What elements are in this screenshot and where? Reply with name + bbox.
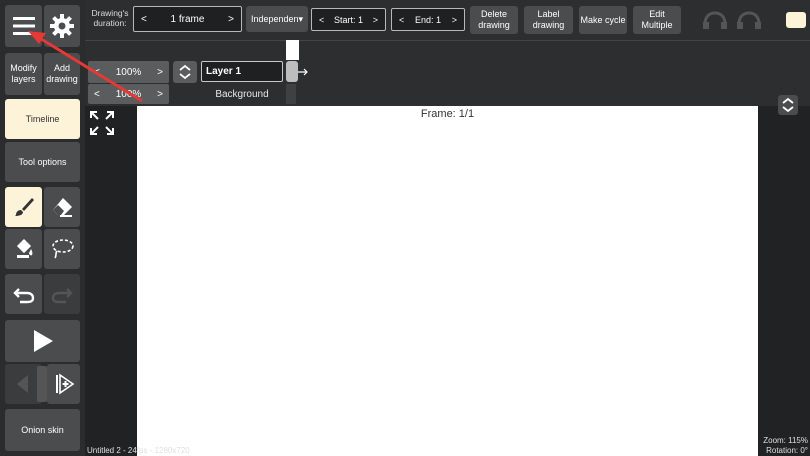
start-value: Start: 1 — [333, 14, 363, 25]
brush-tool-button[interactable] — [5, 187, 42, 227]
independent-dropdown[interactable]: Independen▾ — [246, 6, 308, 32]
start-stepper[interactable]: < Start: 1 > — [311, 8, 386, 31]
undo-button[interactable] — [5, 274, 42, 314]
play-button[interactable] — [5, 320, 80, 362]
color-swatch-icon[interactable] — [785, 10, 807, 30]
undo-icon — [12, 288, 34, 304]
background-frame-cell[interactable] — [286, 84, 296, 104]
file-info-status: Untitled 2 - 24fps - 1280x720 — [87, 446, 190, 455]
edit-multiple-button[interactable]: Edit Multiple — [633, 6, 681, 34]
end-next-button[interactable]: > — [452, 15, 457, 25]
frame-next-button[interactable]: > — [228, 14, 234, 25]
redo-icon — [51, 288, 73, 304]
drawing-canvas[interactable] — [137, 106, 758, 456]
tool-options-button[interactable]: Tool options — [5, 142, 80, 182]
collapse-panel-button[interactable] — [778, 95, 798, 115]
frame-label: Frame: 1/1 — [420, 108, 475, 120]
label-drawing-button[interactable]: Label drawing — [524, 6, 573, 34]
start-next-button[interactable]: > — [373, 15, 378, 25]
zoom-status: Zoom: 115% — [763, 436, 808, 445]
fullscreen-button[interactable] — [88, 109, 116, 137]
start-prev-button[interactable]: < — [319, 15, 324, 25]
fill-tool-button[interactable] — [5, 229, 42, 269]
expand-icon — [90, 111, 114, 135]
rotation-status: Rotation: 0° — [766, 446, 808, 455]
sound-headphones-icon[interactable] — [736, 10, 762, 30]
previous-frame-icon — [16, 375, 28, 393]
lasso-icon — [52, 239, 74, 259]
brush-icon — [14, 198, 34, 216]
lasso-tool-button[interactable] — [44, 229, 80, 269]
tool-options-label: Tool options — [18, 156, 67, 167]
timeline-frame-cell[interactable] — [286, 40, 299, 60]
onion-skin-button[interactable]: Onion skin — [5, 409, 80, 451]
layer1-name[interactable]: Layer 1 — [201, 61, 283, 82]
onion-skin-label: Onion skin — [21, 424, 64, 435]
frame-duration-value: 1 frame — [170, 13, 205, 25]
chevron-up-down-icon — [782, 97, 794, 113]
chevron-up-down-icon — [179, 64, 191, 80]
paint-bucket-icon — [16, 239, 32, 258]
frame-scrub-slider[interactable] — [37, 366, 47, 402]
end-value: End: 1 — [414, 14, 442, 25]
independent-dropdown-label: Independen▾ — [250, 13, 304, 24]
play-icon — [33, 330, 53, 352]
delete-drawing-label: Delete drawing — [478, 9, 510, 30]
make-cycle-label: Make cycle — [580, 14, 626, 25]
add-frame-icon — [55, 373, 74, 395]
add-frame-button[interactable] — [47, 364, 80, 404]
end-stepper[interactable]: < End: 1 > — [391, 8, 465, 31]
camera-view-icon[interactable] — [702, 10, 728, 30]
annotation-arrow — [28, 31, 143, 103]
label-drawing-label: Label drawing — [532, 9, 565, 30]
make-cycle-button[interactable]: Make cycle — [579, 6, 627, 34]
layer-order-button[interactable] — [173, 61, 197, 83]
delete-drawing-button[interactable]: Delete drawing — [470, 6, 518, 34]
end-prev-button[interactable]: < — [399, 15, 404, 25]
background-layer-name[interactable]: Background — [201, 86, 283, 103]
redo-button[interactable] — [44, 274, 80, 314]
eraser-tool-button[interactable] — [44, 187, 80, 227]
timeline-label: Timeline — [25, 113, 60, 124]
eraser-icon — [53, 198, 72, 217]
frame-extend-icon — [297, 65, 309, 77]
edit-multiple-label: Edit Multiple — [641, 9, 673, 30]
